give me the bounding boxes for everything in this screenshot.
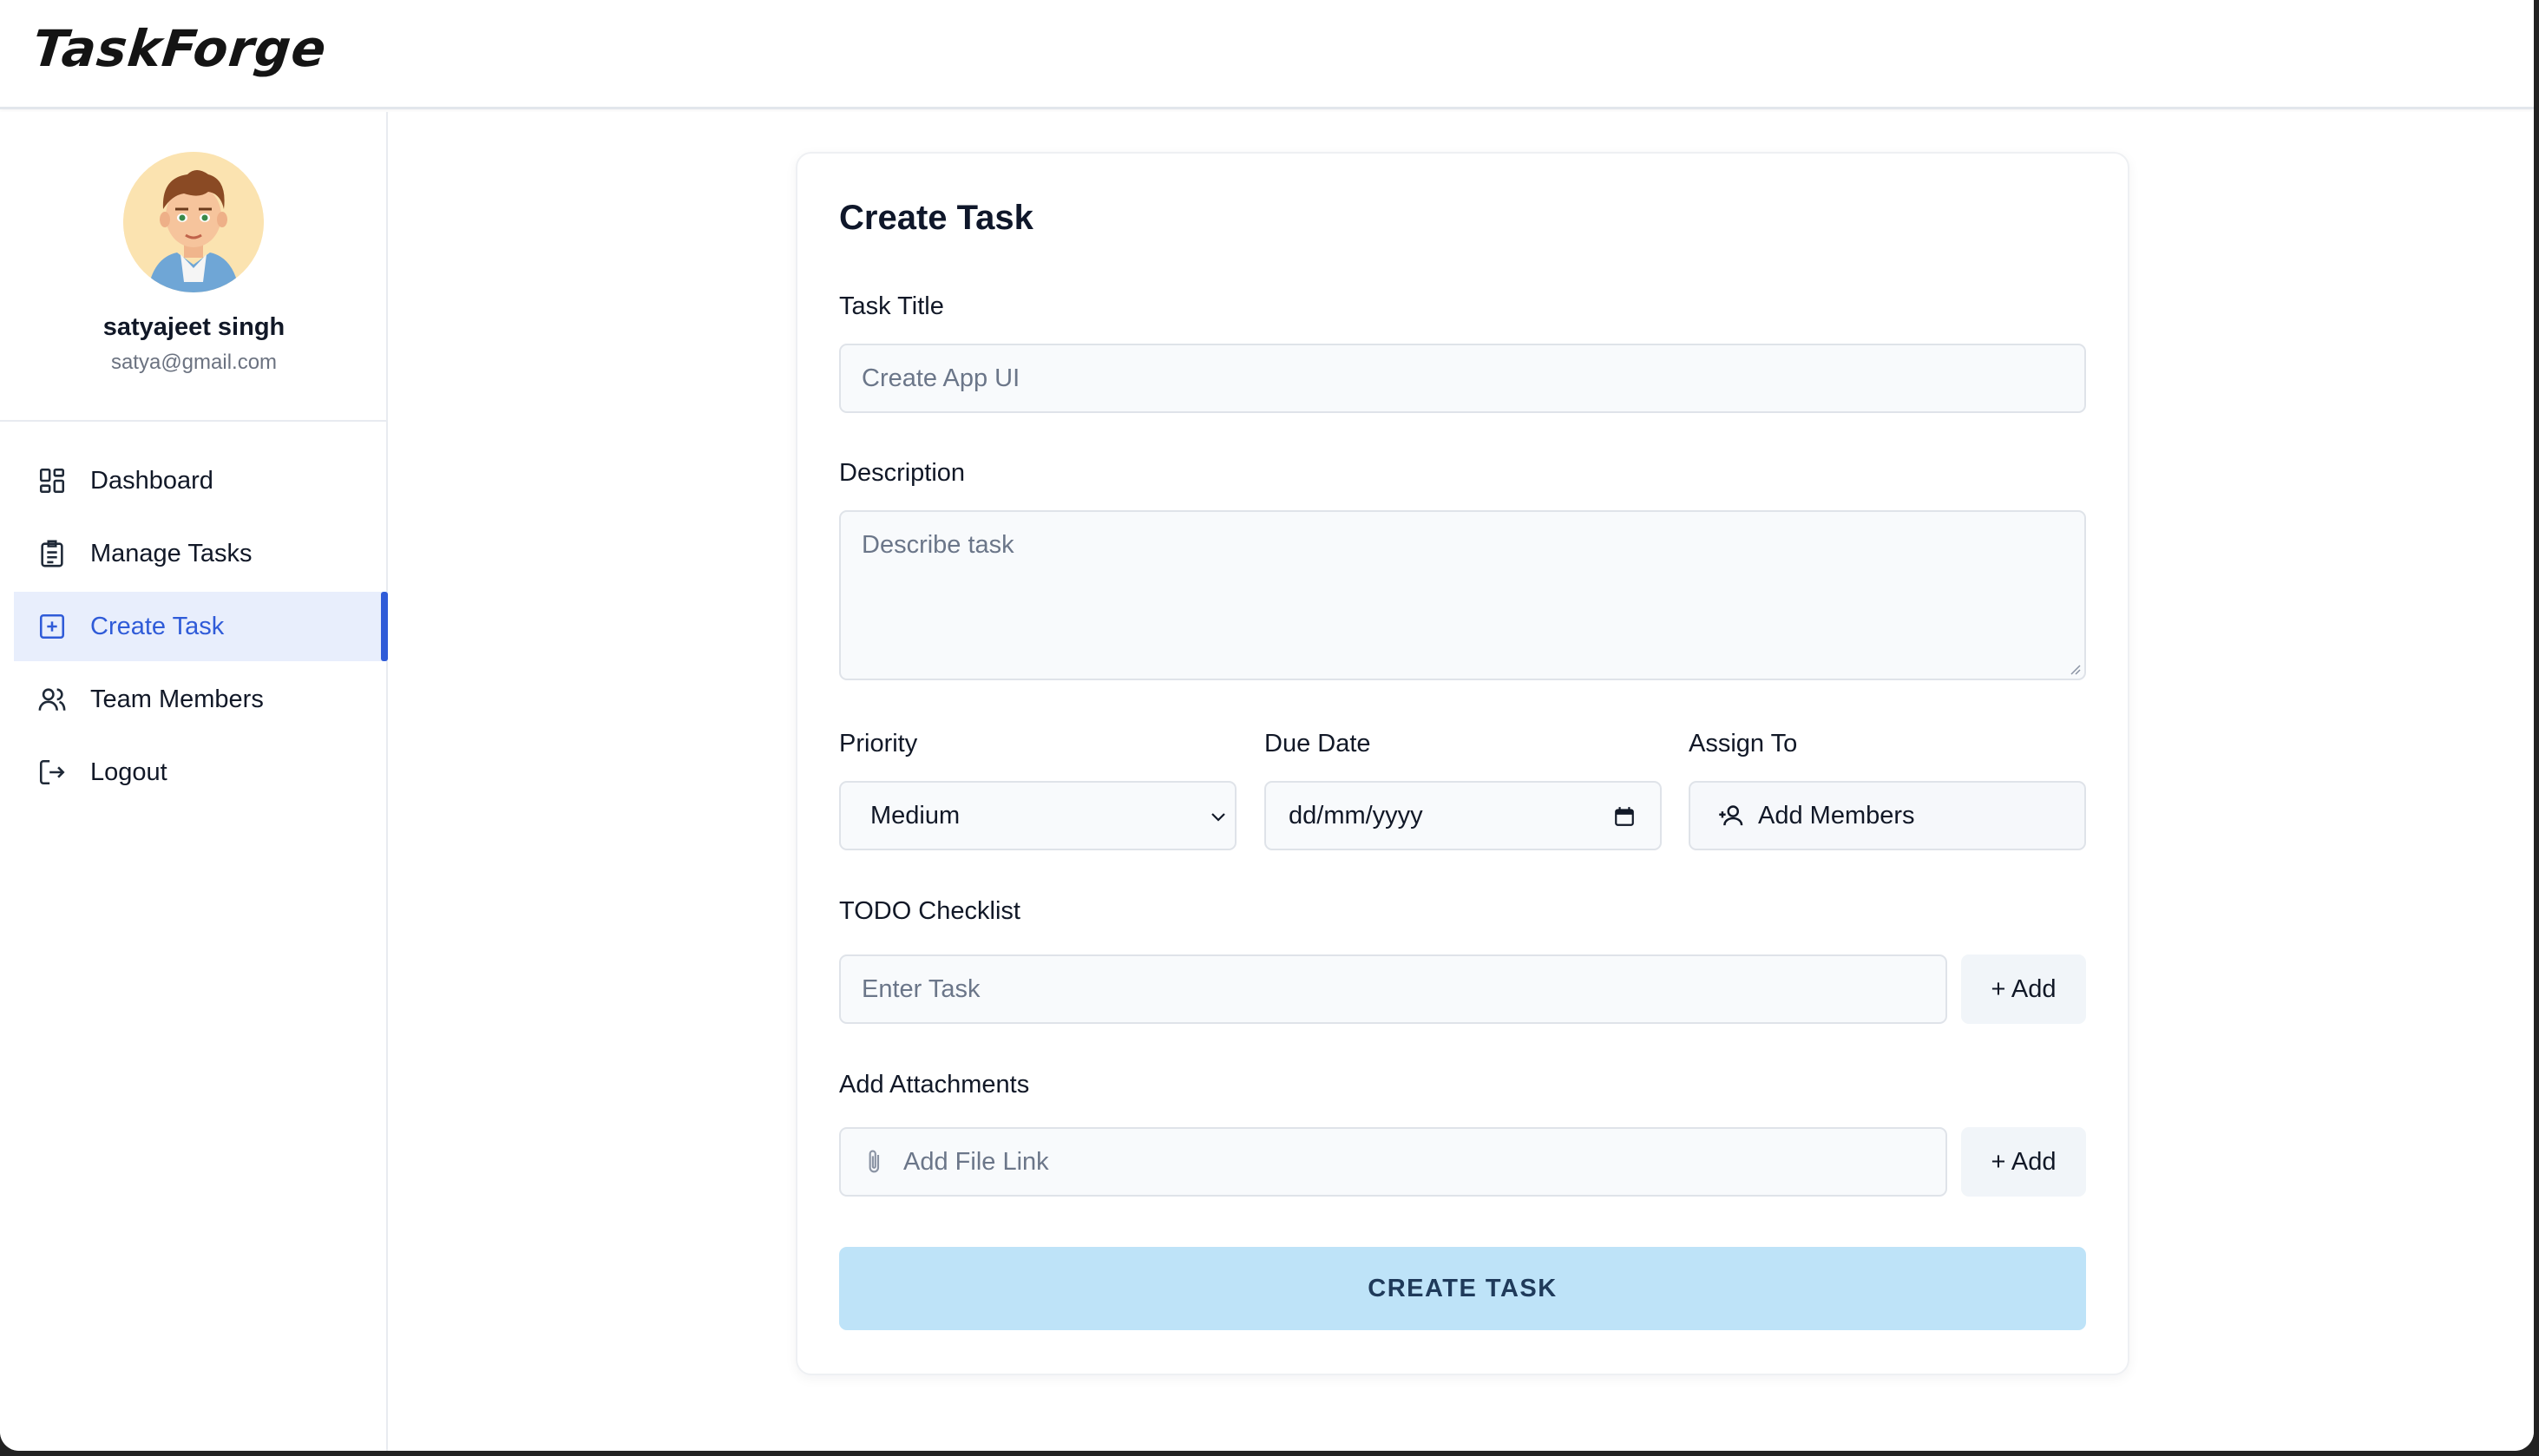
paperclip-icon: [869, 1150, 880, 1173]
due-date-label: Due Date: [1264, 730, 1371, 758]
user-name: satyajeet singh: [102, 313, 285, 341]
sidebar-nav: Dashboard Manage Tasks Create Task Team …: [0, 446, 388, 807]
file-link-placeholder: Add File Link: [903, 1147, 1049, 1176]
add-attachment-button[interactable]: + Add: [1961, 1127, 2086, 1197]
sidebar: satyajeet singh satya@gmail.com Dashboar…: [0, 112, 388, 1451]
due-date-placeholder: dd/mm/yyyy: [1289, 801, 1423, 830]
todo-task-placeholder: Enter Task: [862, 974, 981, 1003]
create-task-button[interactable]: CREATE TASK: [839, 1247, 2086, 1330]
user-email: satya@gmail.com: [110, 351, 278, 374]
app-logo[interactable]: TaskForge: [30, 19, 329, 78]
add-members-button[interactable]: Add Members: [1689, 781, 2086, 850]
sidebar-item-logout[interactable]: Logout: [14, 738, 388, 807]
user-profile: satyajeet singh satya@gmail.com: [0, 112, 386, 422]
avatar: [123, 152, 264, 292]
attachments-label: Add Attachments: [839, 1071, 1030, 1099]
task-title-placeholder: Create App UI: [862, 364, 1020, 392]
dashboard-grid-icon: [36, 465, 68, 496]
sidebar-item-label: Dashboard: [90, 466, 213, 495]
todo-checklist-label: TODO Checklist: [839, 897, 1020, 925]
file-link-input[interactable]: Add File Link: [839, 1127, 1947, 1197]
sidebar-item-team-members[interactable]: Team Members: [14, 665, 388, 734]
priority-select[interactable]: Medium: [839, 781, 1237, 850]
assign-to-label: Assign To: [1689, 730, 1798, 758]
app-window: TaskForge satyajeet singh satya@gmail.co…: [0, 0, 2534, 1451]
sidebar-item-create-task[interactable]: Create Task: [14, 592, 388, 661]
resize-handle-icon[interactable]: [2067, 661, 2081, 675]
priority-value: Medium: [870, 801, 961, 830]
top-bar: TaskForge: [0, 0, 2534, 109]
page-title: Create Task: [839, 199, 1033, 237]
sidebar-item-label: Manage Tasks: [90, 539, 253, 567]
todo-task-input[interactable]: Enter Task: [839, 954, 1947, 1024]
calendar-icon[interactable]: [1613, 805, 1636, 828]
sidebar-item-label: Logout: [90, 758, 167, 786]
user-plus-icon: [1719, 805, 1743, 826]
chevron-down-icon: [1211, 813, 1225, 822]
sidebar-item-label: Create Task: [90, 612, 225, 640]
description-label: Description: [839, 459, 966, 487]
main-content: Create Task Task Title Create App UI Des…: [390, 112, 2534, 1451]
users-icon: [36, 684, 68, 715]
add-todo-button[interactable]: + Add: [1961, 954, 2086, 1024]
task-title-label: Task Title: [839, 292, 944, 320]
task-title-input[interactable]: Create App UI: [839, 344, 2086, 413]
description-placeholder: Describe task: [862, 531, 1014, 559]
sidebar-item-dashboard[interactable]: Dashboard: [14, 446, 388, 515]
sidebar-item-label: Team Members: [90, 685, 264, 713]
priority-label: Priority: [839, 730, 918, 758]
logout-icon: [36, 757, 68, 788]
square-plus-icon: [36, 611, 68, 642]
add-members-label: Add Members: [1758, 801, 1915, 830]
due-date-input[interactable]: dd/mm/yyyy: [1264, 781, 1662, 850]
description-textarea[interactable]: Describe task: [839, 510, 2086, 680]
clipboard-list-icon: [36, 538, 68, 569]
create-task-card: Create Task Task Title Create App UI Des…: [796, 152, 2129, 1375]
sidebar-item-manage-tasks[interactable]: Manage Tasks: [14, 519, 388, 588]
